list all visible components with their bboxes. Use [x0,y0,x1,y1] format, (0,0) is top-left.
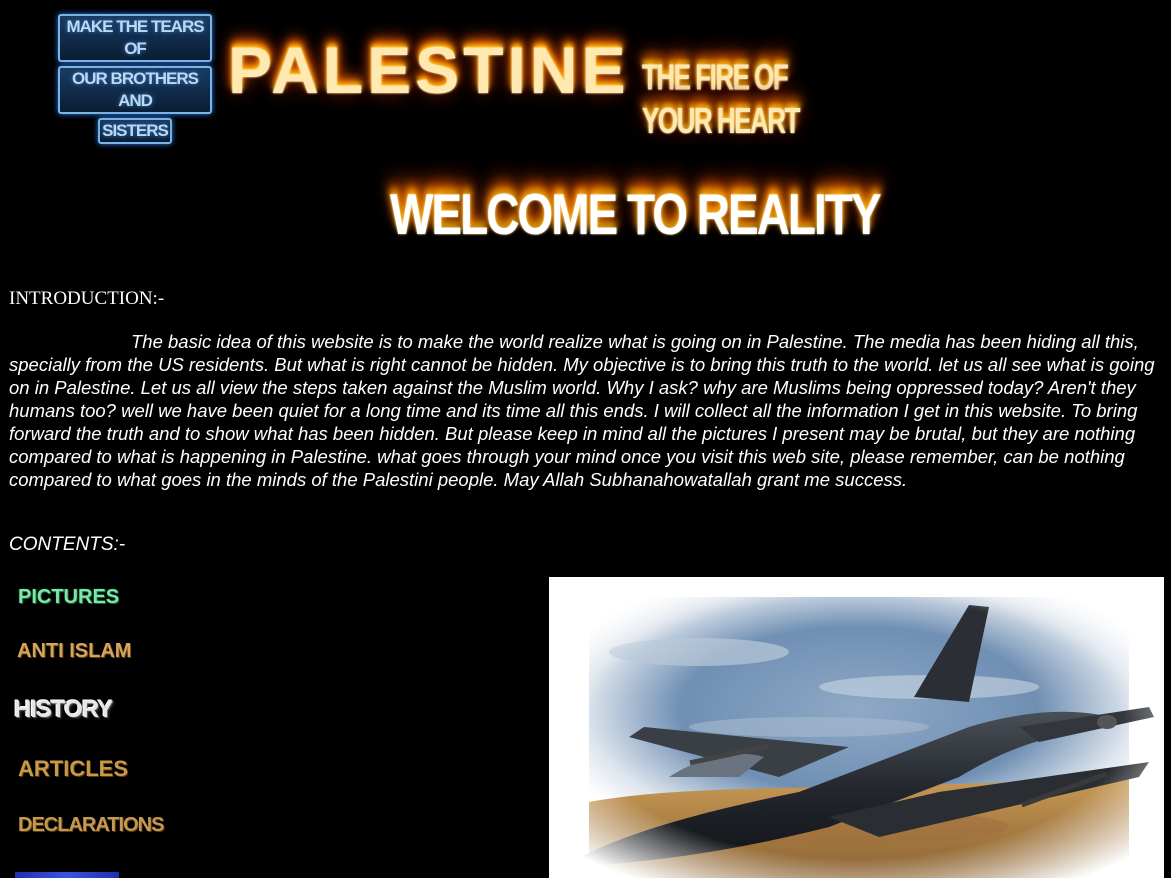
nav-link-pictures[interactable]: PICTURES [18,586,119,609]
nav-link-anti-islam[interactable]: ANTI ISLAM [17,640,131,663]
fighter-jet-image [549,577,1164,878]
tagline-graphic: MAKE THE TEARS OF OUR BROTHERS AND SISTE… [50,14,220,144]
nav-link-history[interactable]: HISTORY [14,696,113,724]
site-subtitle: THE FIRE OF YOUR HEART [642,56,800,142]
contents-heading: CONTENTS:- [9,534,126,555]
nav-link-articles[interactable]: ARTICLES [18,756,128,782]
tagline-line-1: MAKE THE TEARS OF [58,14,212,62]
welcome-banner: WELCOME TO REALITY [390,181,882,247]
tagline-line-2: OUR BROTHERS AND [58,66,212,114]
site-title: PALESTINE [228,33,630,107]
nav-link-declarations[interactable]: DECLARATIONS [18,814,164,837]
nav-link-partial[interactable] [15,872,119,878]
intro-paragraph: The basic idea of this website is to mak… [9,331,1155,490]
header-banner: MAKE THE TEARS OF OUR BROTHERS AND SISTE… [50,4,832,144]
intro-heading: INTRODUCTION:- [9,288,165,309]
tagline-line-3: SISTERS [98,118,172,144]
fighter-jet-illustration [549,577,1164,878]
